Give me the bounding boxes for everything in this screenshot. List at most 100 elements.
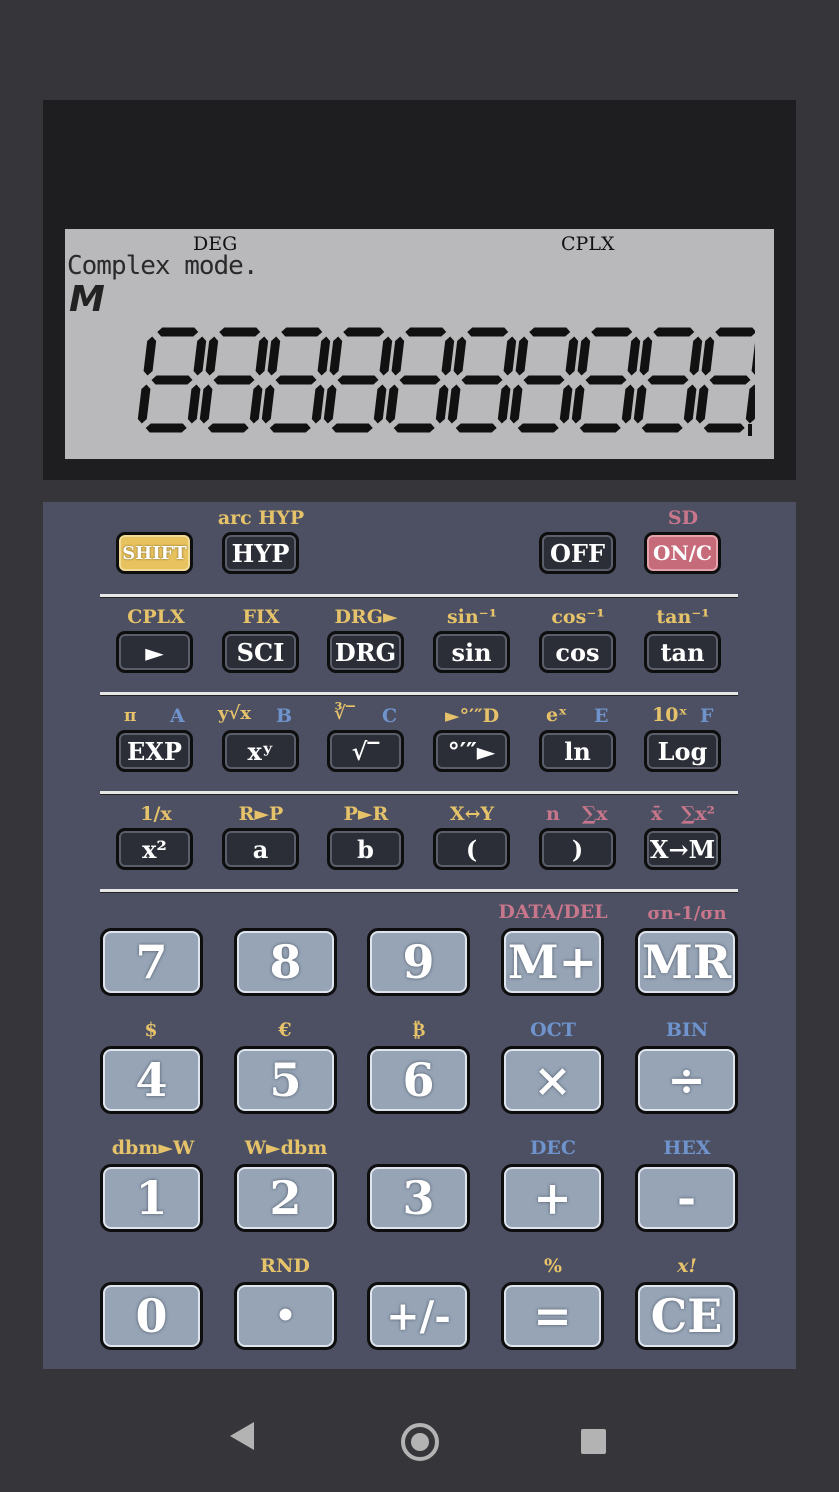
- off-button[interactable]: OFF: [539, 532, 616, 574]
- label-to-dms: ►°′″D: [444, 705, 500, 727]
- sin-button[interactable]: sin: [433, 631, 510, 673]
- back-icon[interactable]: [230, 1422, 254, 1450]
- digit-2-button[interactable]: 2: [234, 1164, 337, 1232]
- lcd-screen: DEG CPLX Complex mode. M: [65, 229, 774, 459]
- b-button[interactable]: b: [327, 828, 404, 870]
- a-button[interactable]: a: [222, 828, 299, 870]
- label-hex-c: C: [382, 705, 398, 727]
- label-ten-power: 10ˣ: [652, 704, 688, 726]
- x-to-memory-button[interactable]: X→M: [644, 828, 721, 870]
- separator-4: [100, 889, 738, 893]
- lcd-digit: [571, 327, 641, 433]
- label-pi: π: [124, 706, 137, 726]
- label-bin: BIN: [665, 1019, 709, 1041]
- label-sd: SD: [667, 507, 699, 529]
- digit-4-button[interactable]: 4: [100, 1046, 203, 1114]
- ln-button[interactable]: ln: [539, 730, 616, 772]
- decimal-point-button[interactable]: •: [234, 1282, 337, 1350]
- on-clear-button[interactable]: ON/C: [644, 532, 721, 574]
- label-rnd: RND: [260, 1255, 310, 1277]
- open-paren-button[interactable]: (: [433, 828, 510, 870]
- digit-7-button[interactable]: 7: [100, 928, 203, 996]
- label-fix: FIX: [242, 606, 280, 628]
- recents-icon[interactable]: [581, 1429, 606, 1454]
- clear-entry-button[interactable]: CE: [635, 1282, 738, 1350]
- separator-1: [100, 594, 738, 598]
- label-hex-e: E: [594, 705, 609, 727]
- memory-indicator: M: [69, 279, 105, 320]
- navigation-bar: [0, 1392, 839, 1492]
- keypad: arc HYP SD SHIFT HYP OFF ON/C CPLX FIX D…: [43, 502, 796, 1369]
- digit-3-button[interactable]: 3: [367, 1164, 470, 1232]
- display-panel: DEG CPLX Complex mode. M: [43, 100, 796, 480]
- lcd-digit: [633, 327, 703, 433]
- separator-3: [100, 791, 738, 795]
- equals-button[interactable]: =: [501, 1282, 604, 1350]
- label-hex-f: F: [700, 705, 714, 727]
- lcd-digit: [385, 327, 455, 433]
- dms-button[interactable]: °′″►: [433, 730, 510, 772]
- memory-plus-button[interactable]: M+: [501, 928, 604, 996]
- cplx-indicator: CPLX: [561, 233, 615, 255]
- label-factorial: x!: [677, 1255, 697, 1277]
- digit-8-button[interactable]: 8: [234, 928, 337, 996]
- lcd-digit: [261, 327, 331, 433]
- x-squared-button[interactable]: x²: [116, 828, 193, 870]
- label-dbm-to-w: dbm►W: [111, 1137, 195, 1159]
- label-arc-hyp: arc HYP: [217, 507, 305, 529]
- label-cos-inverse: cos⁻¹: [551, 606, 605, 628]
- x-power-y-button[interactable]: xʸ: [222, 730, 299, 772]
- label-w-to-dbm: W►dbm: [244, 1137, 328, 1159]
- digit-0-button[interactable]: 0: [100, 1282, 203, 1350]
- label-sin-inverse: sin⁻¹: [446, 606, 498, 628]
- cplx-arrow-button[interactable]: ►: [116, 631, 193, 673]
- sign-toggle-button[interactable]: +/-: [367, 1282, 470, 1350]
- label-n: n: [546, 803, 560, 825]
- digit-5-button[interactable]: 5: [234, 1046, 337, 1114]
- exp-button[interactable]: EXP: [116, 730, 193, 772]
- digit-9-button[interactable]: 9: [367, 928, 470, 996]
- label-p-to-r: P►R: [343, 803, 389, 825]
- decimal-point-indicator: [748, 424, 752, 436]
- label-dec: DEC: [529, 1137, 577, 1159]
- lcd-digit: [509, 327, 579, 433]
- memory-recall-button[interactable]: MR: [635, 928, 738, 996]
- lcd-digit: [199, 327, 269, 433]
- lcd-message: Complex mode.: [67, 251, 258, 281]
- cos-button[interactable]: cos: [539, 631, 616, 673]
- label-data-del: DATA/DEL: [498, 901, 608, 923]
- label-y-root-x: y√x: [218, 703, 252, 724]
- digit-1-button[interactable]: 1: [100, 1164, 203, 1232]
- hyp-button[interactable]: HYP: [222, 532, 299, 574]
- label-sum-x-squared: ∑x²: [681, 803, 715, 825]
- label-e-power: eˣ: [546, 704, 568, 726]
- home-icon[interactable]: [401, 1423, 439, 1461]
- label-drg-arrow: DRG►: [334, 606, 398, 628]
- digit-6-button[interactable]: 6: [367, 1046, 470, 1114]
- sqrt-button[interactable]: √‾: [327, 730, 404, 772]
- label-oct: OCT: [530, 1019, 576, 1041]
- lcd-digit: [447, 327, 517, 433]
- multiply-button[interactable]: ×: [501, 1046, 604, 1114]
- label-r-to-p: R►P: [238, 803, 284, 825]
- label-x-bar: x̄: [651, 803, 663, 825]
- log-button[interactable]: Log: [644, 730, 721, 772]
- label-x-swap-y: X↔Y: [449, 803, 495, 825]
- tan-button[interactable]: tan: [644, 631, 721, 673]
- sci-button[interactable]: SCI: [222, 631, 299, 673]
- separator-2: [100, 692, 738, 696]
- label-reciprocal: 1/x: [140, 803, 172, 825]
- minus-button[interactable]: -: [635, 1164, 738, 1232]
- seven-segment-readout: [137, 327, 755, 433]
- lcd-digit: [137, 327, 207, 433]
- shift-button[interactable]: SHIFT: [116, 532, 193, 574]
- label-sigma: σn-1/σn: [647, 903, 727, 924]
- label-cube-root: ∛‾: [334, 703, 355, 724]
- label-cplx: CPLX: [127, 606, 185, 628]
- label-hex-a: A: [170, 705, 185, 727]
- plus-button[interactable]: +: [501, 1164, 604, 1232]
- divide-button[interactable]: ÷: [635, 1046, 738, 1114]
- drg-button[interactable]: DRG: [327, 631, 404, 673]
- label-bitcoin: ₿: [412, 1019, 426, 1041]
- close-paren-button[interactable]: ): [539, 828, 616, 870]
